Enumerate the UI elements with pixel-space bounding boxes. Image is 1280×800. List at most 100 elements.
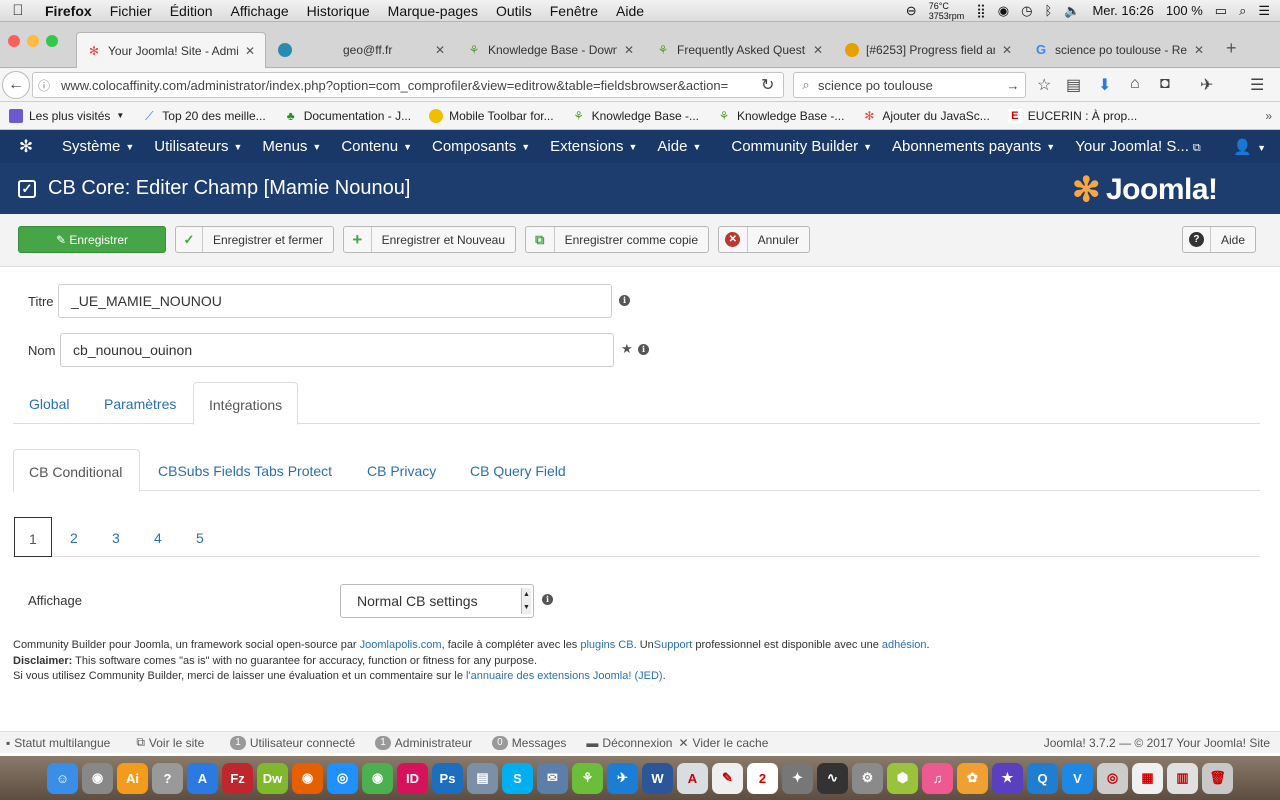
timemachine-icon[interactable]: ◷ <box>1021 3 1032 19</box>
title-input[interactable]: _UE_MAMIE_NOUNOU <box>58 284 612 318</box>
cancel-button[interactable]: ✕ Annuler <box>718 226 810 253</box>
bookmark-documentation[interactable]: ♣ Documentation - J... <box>275 109 420 123</box>
minimize-window-button[interactable] <box>27 35 39 47</box>
star-icon[interactable]: ☆ <box>1037 75 1051 95</box>
tab-cb-query-field[interactable]: CB Query Field <box>470 463 566 479</box>
temp-monitor[interactable]: 76°C 3753rpm <box>929 1 965 21</box>
dock-network-icon[interactable]: ⚘ <box>572 762 603 794</box>
save-button[interactable]: ✎ Enregistrer <box>18 226 166 253</box>
apple-icon[interactable]:  <box>0 2 36 19</box>
nav-menus[interactable]: Menus ▼ <box>252 138 331 155</box>
close-tab-icon[interactable]: ✕ <box>624 43 634 57</box>
close-tab-icon[interactable]: ✕ <box>1002 43 1012 57</box>
tab-num-3[interactable]: 3 <box>112 530 120 546</box>
tab-num-5[interactable]: 5 <box>196 530 204 546</box>
dock-firefox-icon[interactable]: ◉ <box>292 762 323 794</box>
tab-cb-conditional[interactable]: CB Conditional <box>13 449 140 492</box>
dock-illustrator-icon[interactable]: Ai <box>117 762 148 794</box>
tab-google-search[interactable]: G science po toulouse - Rec ✕ <box>1024 32 1214 68</box>
new-tab-icon[interactable]: + <box>1226 38 1237 59</box>
dnd-icon[interactable]: ⊖ <box>906 3 917 19</box>
go-arrow-icon[interactable]: → <box>1001 78 1025 93</box>
menu-edition[interactable]: Édition <box>161 3 222 19</box>
download-icon[interactable]: ⬇ <box>1098 75 1111 95</box>
membership-link[interactable]: adhésion <box>882 639 927 651</box>
tab-integrations[interactable]: Intégrations <box>193 382 298 425</box>
clear-cache-link[interactable]: ✕ Vider le cache <box>672 736 768 750</box>
dock-photos-icon[interactable]: ✿ <box>957 762 988 794</box>
help-button[interactable]: ? Aide <box>1182 226 1256 253</box>
bluetooth-icon[interactable]: ᛒ <box>1044 3 1052 18</box>
more-bookmarks-icon[interactable]: » <box>1265 109 1280 123</box>
menu-app[interactable]: Firefox <box>36 3 101 19</box>
nav-composants[interactable]: Composants ▼ <box>422 138 540 155</box>
info-icon[interactable]: i <box>619 295 630 306</box>
bookmark-most-visited[interactable]: Les plus visités ▼ <box>0 108 133 123</box>
nav-systeme[interactable]: Système ▼ <box>52 138 144 155</box>
info-icon[interactable]: ⓘ <box>33 77 55 94</box>
tab-faq[interactable]: ⚘ Frequently Asked Questio ✕ <box>646 32 833 68</box>
eye-icon[interactable]: ◉ <box>998 3 1009 19</box>
hamburger-menu-icon[interactable]: ☰ <box>1250 75 1264 95</box>
home-icon[interactable]: ⌂ <box>1130 75 1140 93</box>
dock-safari-icon[interactable]: ◎ <box>327 762 358 794</box>
dock-finder-icon[interactable]: ☺ <box>47 762 78 794</box>
nav-abonnements[interactable]: Abonnements payants ▼ <box>882 138 1065 155</box>
tab-num-2[interactable]: 2 <box>70 530 78 546</box>
battery-status[interactable]: 100 % <box>1166 3 1203 18</box>
close-window-button[interactable] <box>8 35 20 47</box>
joomla-logo-icon[interactable]: ✻ <box>0 137 52 157</box>
dock-preview-icon[interactable]: ▤ <box>467 762 498 794</box>
dock-skype-icon[interactable]: S <box>502 762 533 794</box>
menu-outils[interactable]: Outils <box>487 3 541 19</box>
tab-num-1[interactable]: 1 <box>14 517 52 557</box>
dock-mail-icon[interactable]: ✉ <box>537 762 568 794</box>
logout-link[interactable]: ▬ Déconnexion <box>580 736 672 750</box>
close-tab-icon[interactable]: ✕ <box>813 43 823 57</box>
tab-progress-field[interactable]: [#6253] Progress field an ✕ <box>835 32 1022 68</box>
dock-word-icon[interactable]: W <box>642 762 673 794</box>
extension-icon[interactable]: ✈ <box>1200 75 1213 95</box>
save-copy-button[interactable]: ⧉ Enregistrer comme copie <box>525 226 709 253</box>
dock-cleanmymac-icon[interactable]: ◉ <box>82 762 113 794</box>
bookmark-mobile-toolbar[interactable]: Mobile Toolbar for... <box>420 108 563 123</box>
tab-knowledge-base[interactable]: ⚘ Knowledge Base - Downl ✕ <box>457 32 644 68</box>
messages-status[interactable]: 0 Messages <box>486 735 566 750</box>
dock-migrate-icon[interactable]: A <box>187 762 218 794</box>
nav-extensions[interactable]: Extensions ▼ <box>540 138 647 155</box>
url-bar[interactable]: ⓘ www.colocaffinity.com/administrator/in… <box>32 72 784 98</box>
dock-help-icon[interactable]: ? <box>152 762 183 794</box>
bookmark-knowledge-base-2[interactable]: ⚘ Knowledge Base -... <box>708 109 853 123</box>
reader-icon[interactable]: ▤ <box>1066 75 1081 95</box>
tab-parametres[interactable]: Paramètres <box>104 396 176 412</box>
dock-textedit-icon[interactable]: ✎ <box>712 762 743 794</box>
dock-prefs-icon[interactable]: ⚙ <box>852 762 883 794</box>
tab-cb-privacy[interactable]: CB Privacy <box>367 463 436 479</box>
tab-cbsubs-fields[interactable]: CBSubs Fields Tabs Protect <box>158 463 332 479</box>
close-tab-icon[interactable]: ✕ <box>1194 43 1204 57</box>
joomlapolis-link[interactable]: Joomlapolis.com <box>360 639 442 651</box>
dock-filezilla-icon[interactable]: Fz <box>222 762 253 794</box>
dock-imovie-icon[interactable]: ★ <box>992 762 1023 794</box>
bookmark-eucerin[interactable]: E EUCERIN : À prop... <box>999 108 1146 123</box>
nav-aide[interactable]: Aide ▼ <box>647 138 711 155</box>
close-tab-icon[interactable]: ✕ <box>245 44 255 58</box>
info-icon[interactable]: i <box>638 344 649 355</box>
dock-indesign-icon[interactable]: ID <box>397 762 428 794</box>
dock-docs-icon[interactable]: ▥ <box>1167 762 1198 794</box>
menu-historique[interactable]: Historique <box>298 3 379 19</box>
menu-aide[interactable]: Aide <box>607 3 653 19</box>
multilang-status[interactable]: ▪ Statut multilangue <box>0 736 110 750</box>
dock-acrobat-icon[interactable]: A <box>677 762 708 794</box>
dock-vectorize-icon[interactable]: V <box>1062 762 1093 794</box>
nav-community-builder[interactable]: Community Builder ▼ <box>721 138 882 155</box>
admin-status[interactable]: 1 Administrateur <box>369 735 472 750</box>
bookmark-ajouter-javascript[interactable]: ✻ Ajouter du JavaSc... <box>853 109 998 123</box>
user-menu[interactable]: 👤 ▼ <box>1223 138 1280 156</box>
dock-calendar-icon[interactable]: 2 <box>747 762 778 794</box>
dock-trash-icon[interactable]: 🗑 <box>1202 762 1233 794</box>
close-tab-icon[interactable]: ✕ <box>435 43 445 57</box>
info-icon[interactable]: i <box>542 594 553 605</box>
list-icon[interactable]: ☰ <box>1258 3 1270 19</box>
tab-joomla-admin[interactable]: ✻ Your Joomla! Site - Admi ✕ <box>76 32 266 68</box>
